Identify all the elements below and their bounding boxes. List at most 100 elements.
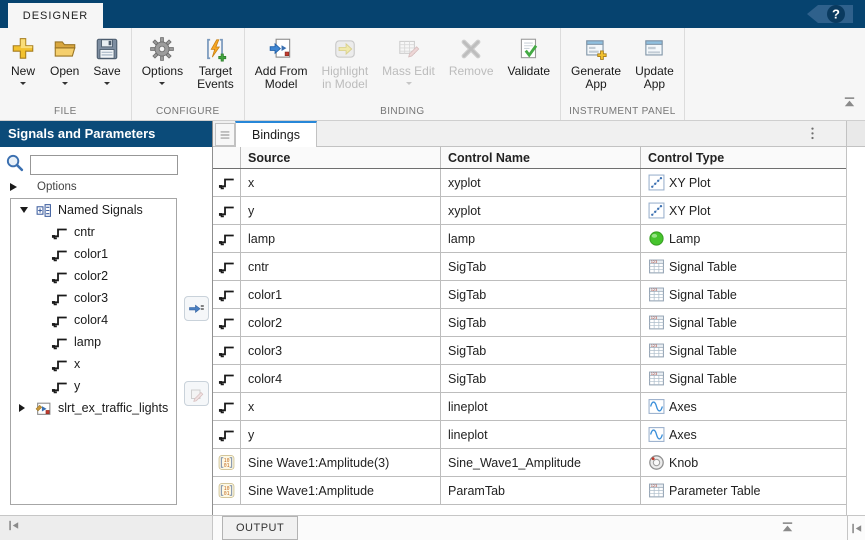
cell-control-name[interactable]: ParamTab	[441, 477, 641, 504]
cell-control-type[interactable]: 123Signal Table	[641, 365, 846, 392]
save-button[interactable]: Save	[86, 32, 127, 89]
cell-source[interactable]: Sine Wave1:Amplitude	[241, 477, 441, 504]
cell-source[interactable]: Sine Wave1:Amplitude(3)	[241, 449, 441, 476]
options-button[interactable]: Options	[135, 32, 190, 89]
target-events-button[interactable]: TargetEvents	[190, 32, 241, 92]
validate-button[interactable]: Validate	[501, 32, 557, 79]
table-row[interactable]: lamplampLamp	[213, 225, 846, 253]
cell-source[interactable]: color3	[241, 337, 441, 364]
cell-control-name[interactable]: lamp	[441, 225, 641, 252]
new-button[interactable]: New	[3, 32, 43, 89]
svg-text:01: 01	[224, 491, 230, 497]
cell-source[interactable]: x	[241, 393, 441, 420]
cell-source[interactable]: cntr	[241, 253, 441, 280]
cell-control-name[interactable]: xyplot	[441, 169, 641, 196]
tree-item-color2[interactable]: color2	[11, 265, 176, 287]
table-header-row: Source Control Name Control Type	[213, 147, 846, 169]
collapse-left-icon[interactable]	[6, 518, 21, 538]
tree-item-label: y	[74, 379, 80, 393]
tree-item-lamp[interactable]: lamp	[11, 331, 176, 353]
tab-output[interactable]: OUTPUT	[222, 516, 298, 540]
generate-app-icon	[583, 33, 609, 65]
header-control-type[interactable]: Control Type	[641, 147, 846, 168]
chevron-down-icon[interactable]	[17, 203, 31, 217]
cell-control-type[interactable]: 123Parameter Table	[641, 477, 846, 504]
cell-control-type[interactable]: 123Signal Table	[641, 309, 846, 336]
search-input[interactable]	[30, 155, 178, 175]
edit-binding-button[interactable]	[184, 381, 209, 406]
table-row[interactable]: 1001Sine Wave1:Amplitude(3)Sine_Wave1_Am…	[213, 449, 846, 477]
header-control-name[interactable]: Control Name	[441, 147, 641, 168]
chevron-right-icon[interactable]	[17, 404, 31, 412]
panel-menu-icon[interactable]	[805, 126, 820, 146]
cell-control-name[interactable]: SigTab	[441, 337, 641, 364]
tree-item-label: slrt_ex_traffic_lights	[58, 401, 168, 415]
cell-control-type[interactable]: 123Signal Table	[641, 337, 846, 364]
cell-control-type[interactable]: Lamp	[641, 225, 846, 252]
table-row[interactable]: ylineplotAxes	[213, 421, 846, 449]
collapse-output-icon[interactable]	[780, 520, 795, 540]
cell-control-type[interactable]: XY Plot	[641, 197, 846, 224]
tab-designer[interactable]: DESIGNER	[8, 3, 103, 28]
named-signals-icon	[35, 202, 52, 219]
table-row[interactable]: color1SigTab123Signal Table	[213, 281, 846, 309]
tree-item-y[interactable]: y	[11, 375, 176, 397]
table-row[interactable]: yxyplotXY Plot	[213, 197, 846, 225]
update-app-button[interactable]: UpdateApp	[628, 32, 681, 92]
tree-item-named-signals[interactable]: Named Signals	[11, 199, 176, 221]
cell-control-name[interactable]: SigTab	[441, 253, 641, 280]
cell-control-type[interactable]: XY Plot	[641, 169, 846, 196]
help-button[interactable]: ?	[803, 3, 855, 25]
table-row[interactable]: color2SigTab123Signal Table	[213, 309, 846, 337]
cell-control-name[interactable]: SigTab	[441, 309, 641, 336]
tree-item-slrt-ex-traffic-lights[interactable]: slrt_ex_traffic_lights	[11, 397, 176, 419]
cell-control-name[interactable]: xyplot	[441, 197, 641, 224]
cell-control-name[interactable]: lineplot	[441, 421, 641, 448]
cell-control-type[interactable]: 123Signal Table	[641, 253, 846, 280]
table-row[interactable]: cntrSigTab123Signal Table	[213, 253, 846, 281]
mass-edit-label: Mass Edit	[382, 65, 435, 78]
param-table-icon: 123	[648, 482, 665, 499]
svg-text:123: 123	[651, 260, 658, 264]
cell-source[interactable]: y	[241, 421, 441, 448]
cell-source[interactable]: lamp	[241, 225, 441, 252]
table-row[interactable]: color3SigTab123Signal Table	[213, 337, 846, 365]
dropdown-caret-icon	[104, 82, 110, 88]
table-row[interactable]: color4SigTab123Signal Table	[213, 365, 846, 393]
cell-control-name[interactable]: SigTab	[441, 365, 641, 392]
add-binding-button[interactable]	[184, 296, 209, 321]
table-row[interactable]: 1001Sine Wave1:AmplitudeParamTab123Param…	[213, 477, 846, 505]
cell-control-type[interactable]: 123Signal Table	[641, 281, 846, 308]
table-row[interactable]: xxyplot XY Plot	[213, 169, 846, 197]
cell-control-name[interactable]: lineplot	[441, 393, 641, 420]
tab-bindings[interactable]: Bindings	[235, 121, 317, 147]
collapse-toolstrip-icon[interactable]	[842, 95, 857, 115]
tree-item-x[interactable]: x	[11, 353, 176, 375]
dropdown-caret-icon	[406, 82, 412, 88]
collapse-right-icon[interactable]	[847, 516, 865, 540]
cell-control-type[interactable]: Axes	[641, 421, 846, 448]
cell-source[interactable]: x	[241, 169, 441, 196]
cell-control-type[interactable]: Knob	[641, 449, 846, 476]
cell-control-type[interactable]: Axes	[641, 393, 846, 420]
control-type-label: XY Plot	[669, 176, 710, 190]
tree-item-color4[interactable]: color4	[11, 309, 176, 331]
table-row[interactable]: xlineplotAxes	[213, 393, 846, 421]
panel-grip-icon[interactable]	[215, 123, 235, 146]
group-label: CONFIGURE	[135, 102, 241, 120]
open-button[interactable]: Open	[43, 32, 86, 89]
tree-item-color1[interactable]: color1	[11, 243, 176, 265]
cell-control-name[interactable]: SigTab	[441, 281, 641, 308]
cell-source[interactable]: color2	[241, 309, 441, 336]
add-from-model-button[interactable]: Add FromModel	[248, 32, 315, 92]
cell-source[interactable]: color4	[241, 365, 441, 392]
tree-item-color3[interactable]: color3	[11, 287, 176, 309]
options-expander[interactable]: Options	[10, 181, 77, 193]
cell-source[interactable]: y	[241, 197, 441, 224]
generate-app-button[interactable]: GenerateApp	[564, 32, 628, 92]
options-icon	[149, 33, 175, 65]
cell-source[interactable]: color1	[241, 281, 441, 308]
cell-control-name[interactable]: Sine_Wave1_Amplitude	[441, 449, 641, 476]
tree-item-cntr[interactable]: cntr	[11, 221, 176, 243]
header-source[interactable]: Source	[241, 147, 441, 168]
